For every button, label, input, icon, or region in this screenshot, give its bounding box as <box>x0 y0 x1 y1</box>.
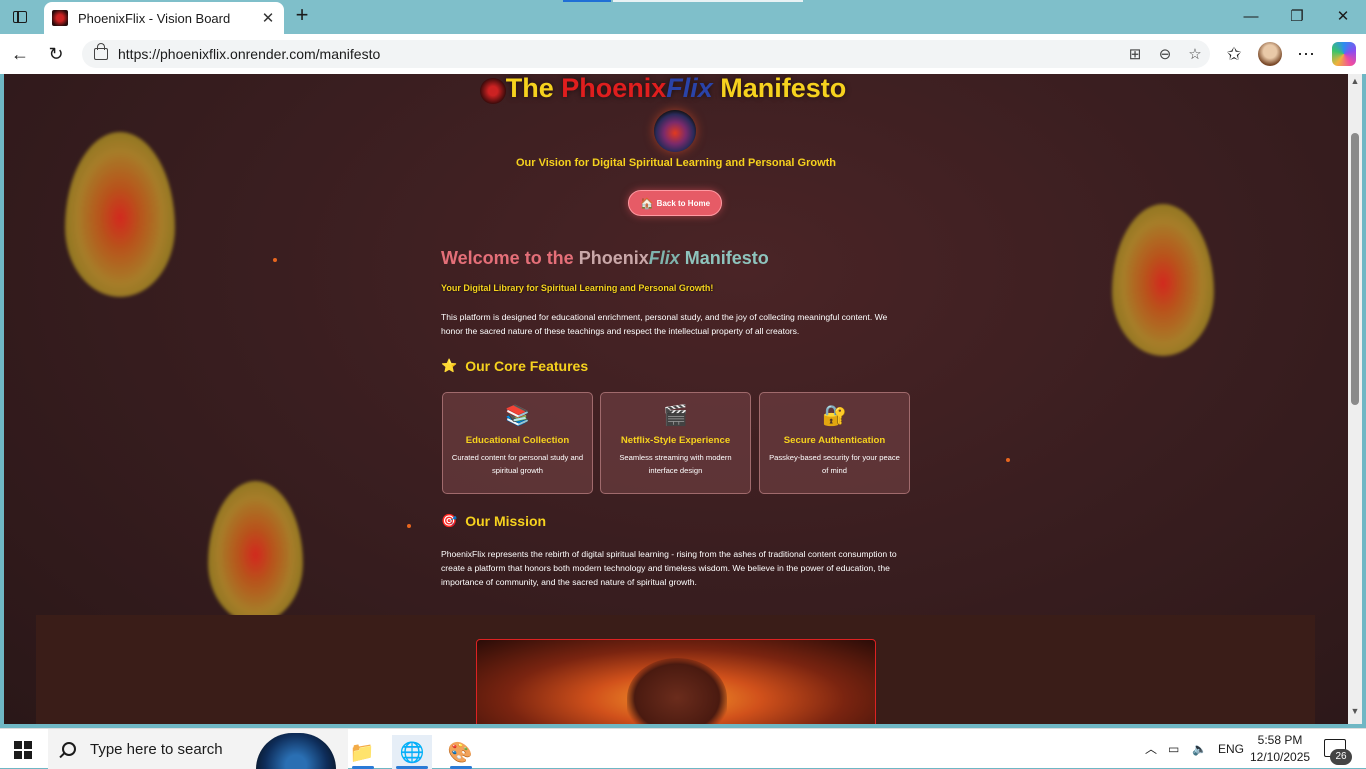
taskbar: Type here to search 📁 🌐 🎨 ︿ ▭ 🔈 ENG 5:58… <box>0 728 1366 769</box>
lock-key-icon: 🔐 <box>822 405 847 427</box>
back-to-home-button[interactable]: 🏠 Back to Home <box>628 190 722 216</box>
file-explorer-icon[interactable]: 📁 <box>342 735 382 769</box>
ember-particle <box>1006 458 1010 462</box>
tab-indicator <box>563 0 611 2</box>
new-tab-button[interactable]: + <box>290 4 314 28</box>
target-icon: 🎯 <box>441 513 458 528</box>
close-window-button[interactable]: ✕ <box>1320 0 1366 34</box>
welcome-part: Phoenix <box>578 248 649 268</box>
features-heading: ⭐ Our Core Features <box>441 358 911 374</box>
phoenixflix-favicon-icon <box>52 10 68 26</box>
home-icon: 🏠 <box>639 197 654 210</box>
maximize-button[interactable]: ❐ <box>1274 0 1320 34</box>
welcome-part: Flix <box>648 248 680 268</box>
tab-bar: PhoenixFlix - Vision Board ✕ + — ❐ ✕ <box>0 0 1366 34</box>
feature-description: Seamless streaming with modern interface… <box>619 453 732 475</box>
feature-card: 🔐 Secure Authentication Passkey-based se… <box>759 392 910 494</box>
address-bar[interactable]: https://phoenixflix.onrender.com/manifes… <box>82 40 1210 68</box>
site-info-icon[interactable] <box>94 43 108 60</box>
star-icon: ⭐ <box>441 358 458 373</box>
intro-paragraph: This platform is designed for educationa… <box>441 312 888 336</box>
windows-start-icon[interactable] <box>14 741 32 759</box>
url-text[interactable]: https://phoenixflix.onrender.com/manifes… <box>118 46 1120 62</box>
network-icon[interactable]: ▭ <box>1168 729 1179 769</box>
scroll-up-arrow-icon[interactable]: ▲ <box>1348 76 1362 86</box>
feature-title: Secure Authentication <box>783 435 886 446</box>
feature-card: 📚 Educational Collection Curated content… <box>442 392 593 494</box>
minimize-button[interactable]: — <box>1228 0 1274 34</box>
tab-actions-icon[interactable] <box>8 6 32 28</box>
decorative-glow-orb <box>1112 204 1214 356</box>
feature-description: Curated content for personal study and s… <box>451 453 584 475</box>
scrollbar-thumb[interactable] <box>1351 133 1359 405</box>
books-icon: 📚 <box>505 405 530 427</box>
clock-date: 12/10/2025 <box>1250 750 1311 764</box>
title-the: The <box>505 74 562 103</box>
clock-time: 5:58 PM <box>1257 733 1303 747</box>
profile-avatar[interactable] <box>1258 42 1282 66</box>
system-clock[interactable]: 5:58 PM 12/10/2025 <box>1250 732 1310 766</box>
search-placeholder: Type here to search <box>90 740 223 758</box>
favorites-icon[interactable]: ✩ <box>1220 40 1248 68</box>
page-title: The PhoenixFlix Manifesto <box>4 74 1348 104</box>
back-button-label: Back to Home <box>656 198 711 208</box>
scroll-down-arrow-icon[interactable]: ▼ <box>1348 706 1362 716</box>
app-available-icon[interactable]: ⊞ <box>1120 45 1150 63</box>
phoenix-emblem-icon <box>654 110 696 152</box>
more-options-icon[interactable]: ⋯ <box>1292 40 1320 68</box>
phoenix-artwork-image <box>476 639 876 724</box>
close-tab-icon[interactable]: ✕ <box>258 9 278 27</box>
refresh-icon[interactable]: ↻ <box>42 40 70 68</box>
title-manifesto: Manifesto <box>712 74 847 103</box>
mission-paragraph: PhoenixFlix represents the rebirth of di… <box>441 549 897 587</box>
decorative-glow-orb <box>208 481 303 623</box>
features-heading-text: Our Core Features <box>465 358 589 374</box>
language-indicator[interactable]: ENG <box>1218 729 1244 769</box>
tab-title: PhoenixFlix - Vision Board <box>78 10 231 26</box>
welcome-heading: Welcome to the PhoenixFlix Manifesto <box>441 248 911 269</box>
welcome-part: Manifesto <box>679 248 769 268</box>
back-arrow-icon[interactable]: ← <box>6 40 34 68</box>
volume-icon[interactable]: 🔈 <box>1192 729 1207 769</box>
favorite-star-icon[interactable]: ☆ <box>1180 45 1210 63</box>
show-hidden-icons-icon[interactable]: ︿ <box>1145 729 1157 769</box>
browser-tab[interactable]: PhoenixFlix - Vision Board ✕ <box>44 2 284 34</box>
tagline: Your Digital Library for Spiritual Learn… <box>441 283 714 293</box>
edge-browser-icon[interactable]: 🌐 <box>392 735 432 769</box>
zoom-icon[interactable]: ⊖ <box>1150 45 1180 63</box>
search-icon <box>62 742 76 756</box>
clapperboard-icon: 🎬 <box>663 405 688 427</box>
mission-heading: 🎯 Our Mission <box>441 513 911 529</box>
title-phoenix: Phoenix <box>561 74 667 103</box>
ember-particle <box>407 524 411 528</box>
navigation-bar: ← ↻ https://phoenixflix.onrender.com/man… <box>0 34 1366 74</box>
feature-card: 🎬 Netflix-Style Experience Seamless stre… <box>600 392 751 494</box>
page-subtitle: Our Vision for Digital Spiritual Learnin… <box>515 157 837 169</box>
feature-title: Netflix-Style Experience <box>620 435 731 446</box>
welcome-part: Welcome to the <box>441 248 579 268</box>
notification-count-badge: 26 <box>1330 749 1352 765</box>
ember-particle <box>273 258 277 262</box>
page-viewport: The PhoenixFlix Manifesto Our Vision for… <box>4 74 1348 724</box>
feature-description: Passkey-based security for your peace of… <box>769 453 900 475</box>
tab-indicator-secondary <box>613 0 803 2</box>
title-flix: Flix <box>666 74 713 103</box>
mission-heading-text: Our Mission <box>465 513 547 529</box>
feature-title: Educational Collection <box>465 435 570 446</box>
copilot-icon[interactable] <box>1332 42 1356 66</box>
paint-app-icon[interactable]: 🎨 <box>440 735 480 769</box>
